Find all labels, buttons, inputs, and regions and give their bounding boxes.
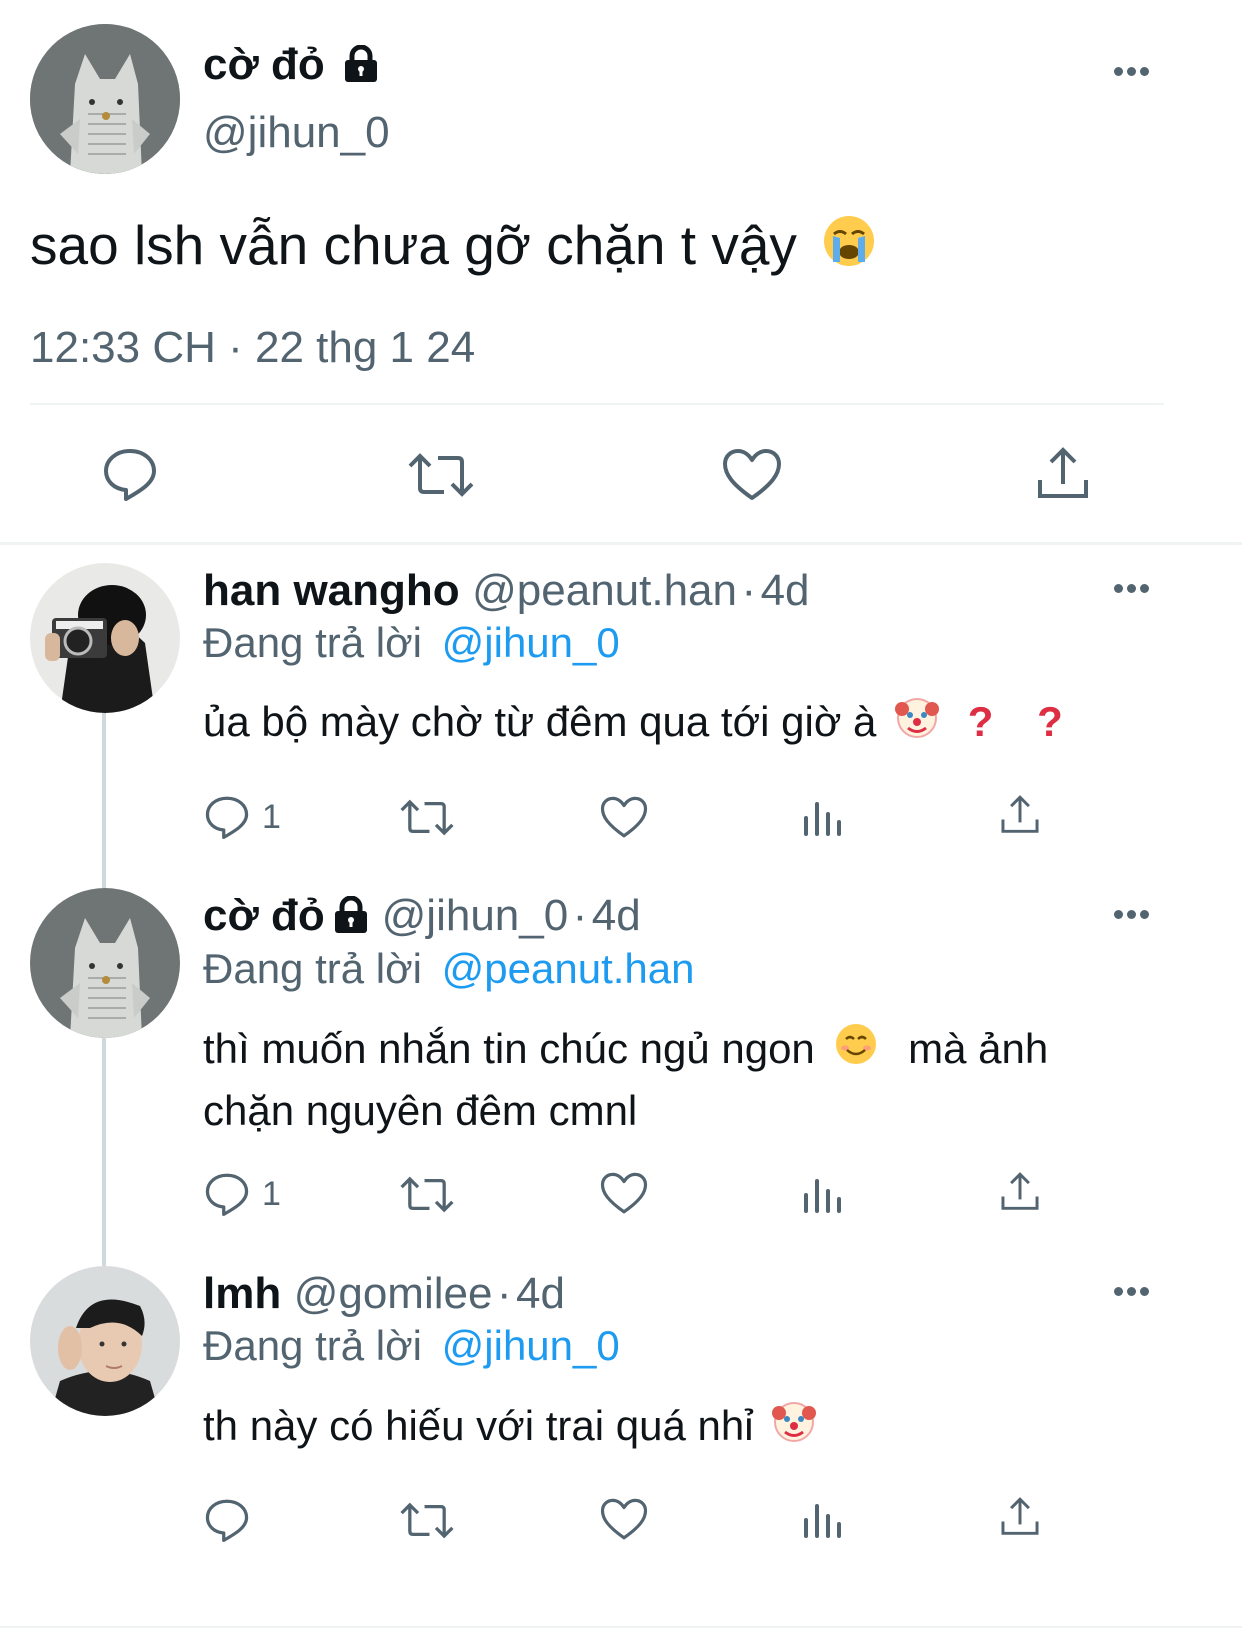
reply2-header: cờ đỏ @jihun_0 · 4d [203,891,641,941]
views-analytics-icon[interactable] [802,1500,842,1540]
divider [30,403,1164,405]
like-icon[interactable] [600,1498,648,1541]
bottom-divider [0,1626,1242,1628]
main-tweet-text: sao lsh vẫn chưa gỡ chặn t vậy [30,210,876,284]
more-options-icon[interactable] [1114,1287,1154,1299]
clown-face-emoji-icon [771,1397,817,1461]
reply3-age[interactable]: 4d [516,1269,565,1318]
reply1-handle[interactable]: @peanut.han [472,566,737,615]
reply3-display-name[interactable]: lmh [203,1269,281,1318]
clown-face-emoji-icon [894,693,940,757]
separator-dot: · [741,566,757,615]
share-icon[interactable] [1000,1496,1040,1538]
mention-link[interactable]: @peanut.han [442,945,695,992]
red-question-mark-icon: ? [967,698,994,745]
mention-link[interactable]: @jihun_0 [442,619,620,666]
lock-icon [341,44,381,94]
avatar-cat[interactable] [30,888,180,1038]
reply1-header: han wangho @peanut.han · 4d [203,566,810,616]
views-analytics-icon[interactable] [802,798,842,838]
reply2-display-name[interactable]: cờ đỏ [203,891,325,940]
lock-icon [331,895,371,939]
section-divider [0,542,1242,545]
reply1-replying-to: Đang trả lời @jihun_0 [203,619,620,666]
reply-count: 1 [262,1175,281,1213]
reply2-handle[interactable]: @jihun_0 [382,891,569,940]
separator-dot: · [496,1269,512,1318]
like-icon[interactable] [600,1172,648,1215]
reply1-display-name[interactable]: han wangho [203,566,460,615]
mention-link[interactable]: @jihun_0 [442,1322,620,1369]
reply1-age[interactable]: 4d [761,566,810,615]
more-options-icon[interactable] [1114,584,1154,596]
reply2-text: thì muốn nhắn tin chúc ngủ ngon mà ảnh [203,1017,1048,1084]
reply2-age[interactable]: 4d [592,891,641,940]
reply-icon[interactable] [204,1498,250,1542]
reply2-replying-to: Đang trả lời @peanut.han [203,945,695,992]
reply-icon[interactable] [102,447,158,501]
avatar-han-wangho[interactable] [30,563,180,713]
smiling-face-emoji-icon [834,1020,878,1084]
views-analytics-icon[interactable] [802,1175,842,1215]
share-icon[interactable] [1000,1171,1040,1213]
retweet-icon[interactable] [400,1174,454,1215]
reply-icon[interactable] [204,795,250,839]
main-timestamp[interactable]: 12:33 CH · 22 thg 1 24 [30,323,475,373]
reply3-header: lmh @gomilee · 4d [203,1269,565,1319]
avatar-lmh[interactable] [30,1266,180,1416]
main-display-name[interactable]: cờ đỏ [203,40,381,94]
reply-count: 1 [262,798,281,836]
share-icon[interactable] [1036,446,1090,502]
more-options-icon[interactable] [1114,910,1154,922]
retweet-icon[interactable] [400,1500,454,1541]
reply1-text: ủa bộ mày chờ từ đêm qua tới giờ à ? ? [203,690,1063,757]
like-icon[interactable] [722,448,782,502]
avatar-cat[interactable] [30,24,180,174]
separator-dot: · [572,891,588,940]
crying-face-emoji-icon [822,214,876,284]
reply3-replying-to: Đang trả lời @jihun_0 [203,1322,620,1369]
reply3-handle[interactable]: @gomilee [294,1269,493,1318]
more-options-icon[interactable] [1114,67,1154,79]
share-icon[interactable] [1000,794,1040,836]
reply2-text-line2: chặn nguyên đêm cmnl [203,1087,638,1134]
retweet-icon[interactable] [408,450,474,500]
red-question-mark-icon: ? [1037,698,1063,745]
reply3-text: th này có hiếu với trai quá nhỉ [203,1394,817,1461]
retweet-icon[interactable] [400,797,454,838]
like-icon[interactable] [600,796,648,839]
reply-icon[interactable] [204,1172,250,1216]
main-handle[interactable]: @jihun_0 [203,108,390,158]
